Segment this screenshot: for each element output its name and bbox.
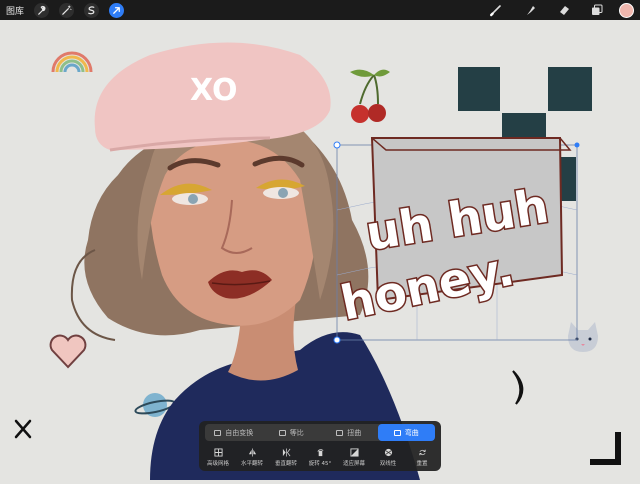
mode-distort[interactable]: 扭曲 [320,424,378,441]
mode-freeform[interactable]: 自由变换 [205,424,263,441]
mode-freeform-label: 自由变换 [225,428,254,437]
mode-warp[interactable]: 弯曲 [377,424,435,441]
reset-label: 重置 [416,460,428,467]
transform-mode-selector: 自由变换 等比 扭曲 弯曲 [205,424,435,441]
transform-arrow-icon[interactable] [109,2,125,18]
freeform-icon [214,429,222,436]
selection-icon[interactable] [84,2,100,18]
grid-icon [213,447,223,457]
advanced-mesh-button[interactable]: 高级网格 [201,444,235,470]
wrench-icon[interactable] [34,2,50,18]
brush-icon[interactable] [488,2,504,18]
bilinear-icon [384,448,392,456]
bilinear-button[interactable]: 双线性 [371,444,405,470]
flip-vertical-icon [282,447,290,457]
drawing-canvas[interactable]: XO uh huh honey. [0,20,640,480]
transform-panel: 自由变换 等比 扭曲 弯曲 高级网格 水平翻转 垂直翻转 旋转 45° 适应屏幕… [199,421,441,471]
rotate-45-label: 旋转 45° [308,460,332,467]
mode-uniform-label: 等比 [289,428,304,437]
mode-warp-label: 弯曲 [404,428,419,437]
bilinear-label: 双线性 [379,460,397,467]
rotate-icon [316,448,323,456]
flip-vertical-button[interactable]: 垂直翻转 [269,444,303,470]
top-toolbar: 图库 [0,0,640,20]
layers-icon[interactable] [589,2,605,18]
warp-icon [393,429,401,436]
magic-wand-icon[interactable] [59,2,75,18]
smudge-icon[interactable] [522,2,538,18]
advanced-mesh-label: 高级网格 [206,460,229,467]
eraser-icon[interactable] [556,2,572,18]
transform-actions: 高级网格 水平翻转 垂直翻转 旋转 45° 适应屏幕 双线性 重置 [201,444,439,470]
beret-xo-text: XO [190,73,238,108]
flip-horizontal-label: 水平翻转 [240,460,263,467]
mode-distort-label: 扭曲 [347,428,362,437]
rotate-45-button[interactable]: 旋转 45° [303,444,337,470]
flip-vertical-label: 垂直翻转 [274,460,297,467]
uniform-icon [278,429,286,436]
distort-icon [336,429,344,436]
reset-icon [418,449,426,455]
flip-horizontal-icon [248,447,256,457]
mode-uniform[interactable]: 等比 [263,424,321,441]
fit-screen-button[interactable]: 适应屏幕 [337,444,371,470]
fit-screen-label: 适应屏幕 [342,460,365,467]
color-icon[interactable] [619,3,634,18]
flip-horizontal-button[interactable]: 水平翻转 [235,444,269,470]
fit-screen-icon [349,447,359,457]
reset-button[interactable]: 重置 [405,444,439,470]
gallery-button[interactable]: 图库 [6,4,24,17]
